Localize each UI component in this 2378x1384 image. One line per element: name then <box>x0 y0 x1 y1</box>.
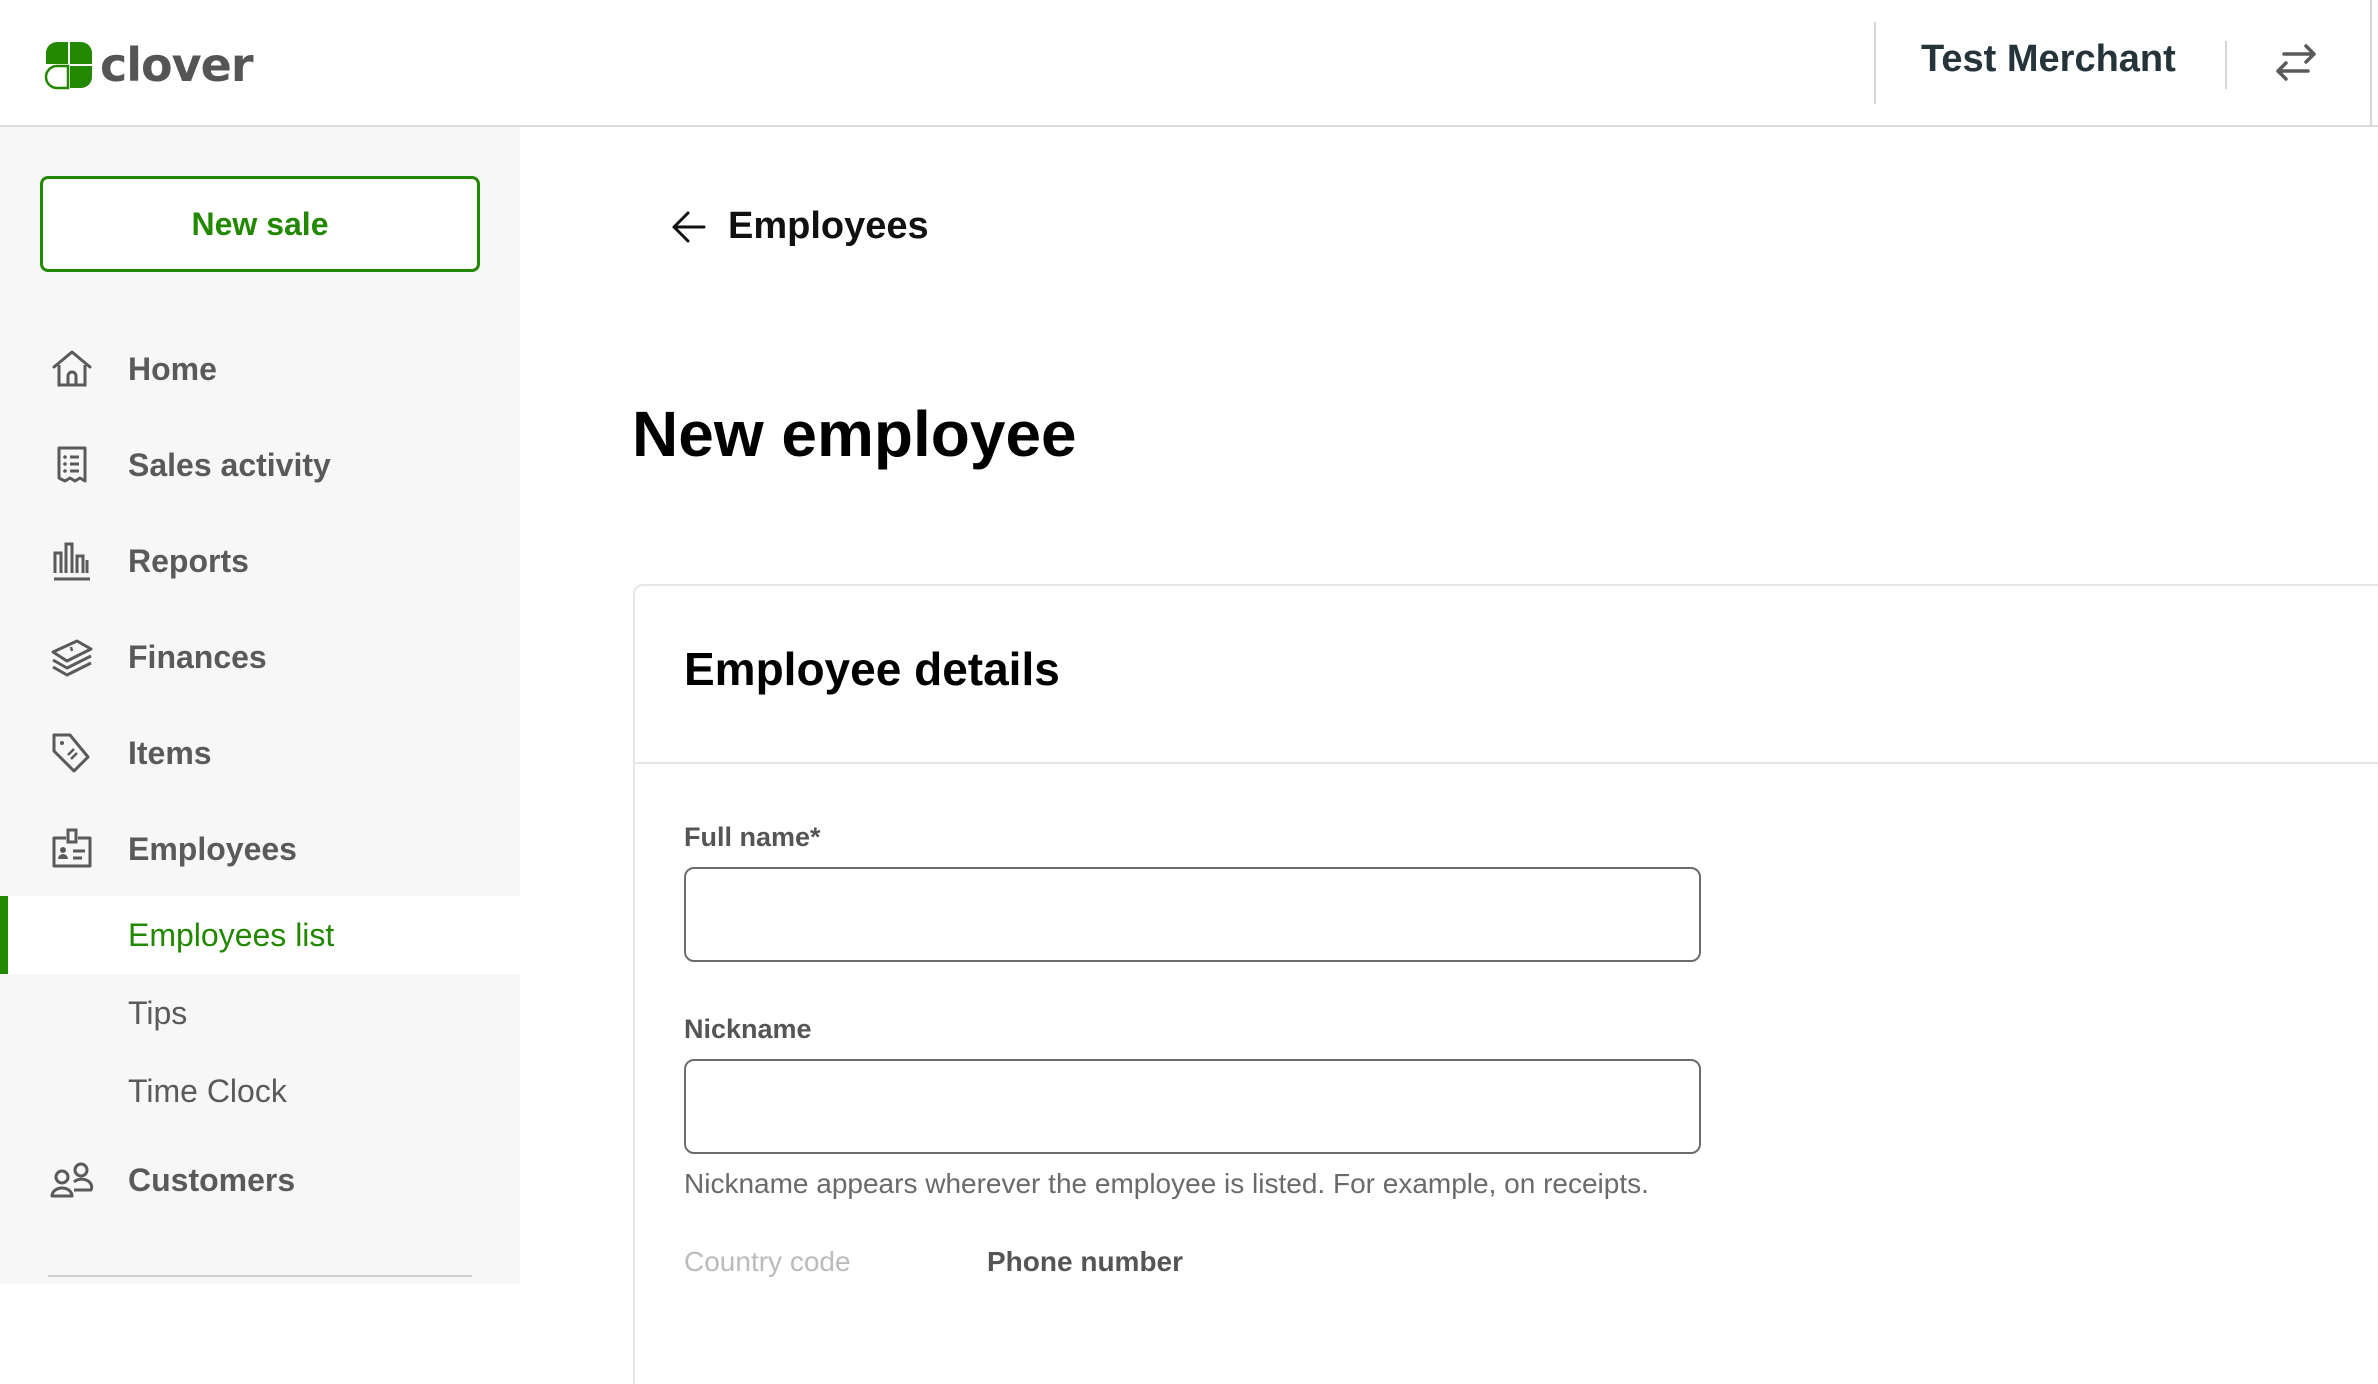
header-edge <box>2370 0 2372 126</box>
sidebar-item-items[interactable]: Items <box>0 718 520 788</box>
sidebar-item-reports[interactable]: Reports <box>0 526 520 596</box>
card-divider <box>635 762 2378 764</box>
employee-details-card: Employee details Full name* Nickname Nic… <box>633 584 2378 1384</box>
country-code-label: Country code <box>684 1246 851 1277</box>
sidebar-item-label: Employees <box>128 830 297 867</box>
active-indicator <box>0 896 8 974</box>
sidebar-item-customers[interactable]: Customers <box>0 1145 520 1215</box>
phone-number-label: Phone number <box>987 1246 1184 1277</box>
full-name-label: Full name* <box>684 822 821 852</box>
clover-leaf-icon <box>44 42 92 90</box>
new-sale-button[interactable]: New sale <box>40 176 480 272</box>
main-content: Employees New employee Employee details … <box>520 127 2378 1384</box>
brand-name: clover <box>100 38 254 92</box>
sidebar: New sale Home Sales activity Reports Fin… <box>0 127 520 1284</box>
header-divider <box>2225 41 2227 89</box>
sidebar-divider <box>48 1275 472 1277</box>
customers-icon <box>50 1162 94 1198</box>
money-stack-icon <box>51 639 93 677</box>
full-name-input[interactable] <box>684 867 1701 962</box>
arrow-left-icon <box>672 211 706 242</box>
sidebar-item-label: Customers <box>128 1161 296 1198</box>
sidebar-item-label: Finances <box>128 638 267 675</box>
id-badge-icon <box>52 828 92 868</box>
sidebar-item-label: Reports <box>128 542 249 579</box>
home-icon <box>52 350 92 387</box>
merchant-name[interactable]: Test Merchant <box>1921 38 2176 81</box>
card-title: Employee details <box>684 643 1060 695</box>
sidebar-subitem-employees-list[interactable]: Employees list <box>0 896 520 974</box>
sidebar-subitem-label: Time Clock <box>128 1072 287 1109</box>
sidebar-subitem-tips[interactable]: Tips <box>0 974 520 1052</box>
sidebar-item-sales-activity[interactable]: Sales activity <box>0 430 520 500</box>
sidebar-subitem-time-clock[interactable]: Time Clock <box>0 1052 520 1130</box>
sidebar-item-label: Items <box>128 734 212 771</box>
sidebar-subitem-label: Tips <box>128 994 188 1031</box>
bar-chart-icon <box>53 542 90 581</box>
sidebar-item-label: Home <box>128 350 217 387</box>
clover-logo[interactable]: clover <box>44 38 254 92</box>
receipt-icon <box>57 446 87 483</box>
sidebar-item-finances[interactable]: Finances <box>0 622 520 692</box>
nickname-helper-text: Nickname appears wherever the employee i… <box>684 1168 1649 1199</box>
back-to-employees-link[interactable]: Employees <box>670 205 929 248</box>
nickname-input[interactable] <box>684 1059 1701 1154</box>
sidebar-subitem-label: Employees list <box>128 916 335 953</box>
back-label: Employees <box>728 205 929 247</box>
nickname-label: Nickname <box>684 1014 812 1044</box>
header-divider <box>1874 22 1876 104</box>
sidebar-item-label: Sales activity <box>128 446 331 483</box>
swap-arrows-icon[interactable] <box>2270 40 2322 86</box>
sidebar-item-home[interactable]: Home <box>0 334 520 404</box>
page-title: New employee <box>632 398 1077 470</box>
tag-icon <box>52 733 90 773</box>
sidebar-item-employees[interactable]: Employees <box>0 814 520 884</box>
top-header: clover Test Merchant <box>0 0 2378 127</box>
